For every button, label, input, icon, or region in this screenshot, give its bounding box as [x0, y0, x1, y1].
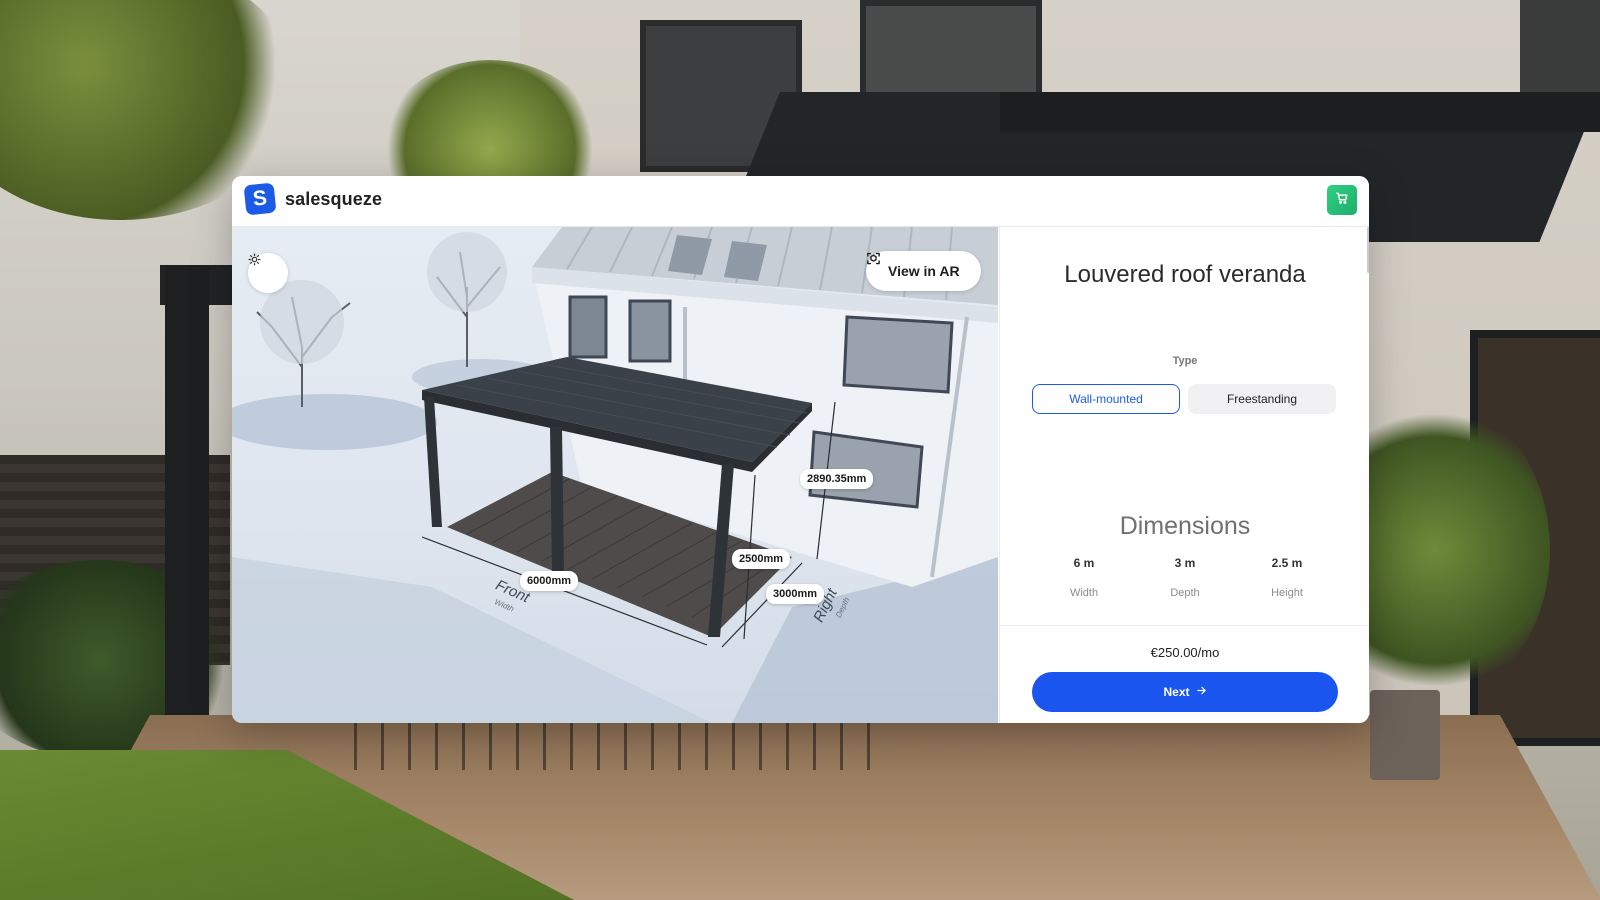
- type-option-wall-mounted[interactable]: Wall-mounted: [1032, 384, 1180, 414]
- dimension-height-value: 2.5 m: [1271, 556, 1303, 570]
- lighting-button[interactable]: [248, 253, 288, 293]
- dimension-width[interactable]: 6 m Width: [1034, 556, 1134, 599]
- price: €250.00/mo: [1150, 645, 1220, 660]
- dimension-depth-value: 3 m: [1174, 556, 1196, 570]
- height-post-tag: 2500mm: [732, 549, 791, 569]
- view-in-ar-label: View in AR: [888, 263, 960, 279]
- top-bar: S salesqueze: [232, 176, 1369, 227]
- view-in-ar-button[interactable]: View in AR: [866, 251, 981, 291]
- configurator-window: S salesqueze Front Width Right Depth 289…: [232, 176, 1369, 723]
- cart-button[interactable]: [1327, 185, 1357, 215]
- next-button[interactable]: Next: [1032, 672, 1338, 712]
- dimension-depth-label: Depth: [1170, 587, 1200, 599]
- dimension-width-label: Width: [1069, 587, 1099, 599]
- type-label: Type: [1172, 355, 1198, 367]
- dimension-depth[interactable]: 3 m Depth: [1135, 556, 1235, 599]
- dimensions-title: Dimensions: [1119, 512, 1251, 540]
- dimension-width-value: 6 m: [1073, 556, 1095, 570]
- configuration-panel: Louvered roof veranda Type Wall-mounted …: [999, 227, 1369, 723]
- arrow-right-icon: [1196, 685, 1207, 699]
- type-option-freestanding[interactable]: Freestanding: [1188, 384, 1336, 414]
- dimension-height-label: Height: [1271, 587, 1303, 599]
- brand-logo-letter: S: [251, 186, 269, 211]
- depth-tag: 3000mm: [766, 584, 825, 604]
- cart-icon: [1335, 191, 1349, 210]
- product-title: Louvered roof veranda: [1064, 261, 1306, 288]
- height-total-tag: 2890.35mm: [800, 469, 874, 489]
- 3d-viewer[interactable]: Front Width Right Depth 2890.35mm 2500mm…: [232, 227, 998, 723]
- next-button-label: Next: [1163, 685, 1190, 699]
- panel-divider: [1000, 625, 1369, 626]
- brand-name: salesqueze: [285, 189, 383, 209]
- dimension-height[interactable]: 2.5 m Height: [1237, 556, 1337, 599]
- width-tag: 6000mm: [520, 571, 579, 591]
- brand-logo: S: [243, 182, 277, 216]
- 3d-scene: [232, 227, 998, 723]
